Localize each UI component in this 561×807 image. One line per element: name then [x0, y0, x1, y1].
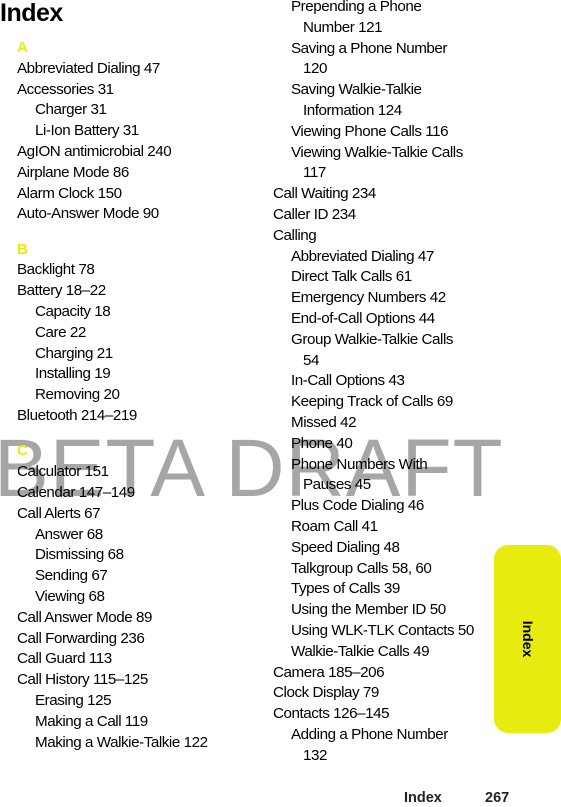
index-subentry: Adding a Phone Number [291, 725, 448, 743]
index-entry: Airplane Mode 86 [17, 163, 129, 181]
index-entry: AgION antimicrobial 240 [17, 142, 172, 160]
index-subentry: Using the Member ID 50 [291, 601, 446, 619]
index-subentry: Li-Ion Battery 31 [35, 122, 139, 140]
index-subentry: Care 22 [35, 323, 86, 341]
index-subentry: Group Walkie-Talkie Calls [291, 330, 454, 348]
index-subentry: Installing 19 [35, 365, 111, 383]
index-entry: Auto-Answer Mode 90 [17, 205, 159, 223]
index-subentry: Making a Walkie-Talkie 122 [35, 733, 208, 751]
index-entry: Call Alerts 67 [17, 504, 101, 522]
index-column-right: Prepending a Phone Number 121 Saving a Pho… [273, 0, 503, 766]
index-subentry: Saving Walkie-Talkie [291, 81, 422, 99]
index-entry: Camera 185–206 [273, 663, 385, 681]
index-subentry: Missed 42 [291, 413, 357, 431]
index-letter-heading: C [17, 442, 28, 460]
index-subentry: Viewing Phone Calls 116 [291, 122, 449, 140]
footer-section-label: Index [404, 790, 442, 806]
index-subentry-continuation: 54 [303, 351, 319, 369]
index-subentry: Emergency Numbers 42 [291, 289, 446, 307]
index-subentry: Viewing 68 [35, 587, 105, 605]
index-letter-heading: B [17, 240, 28, 258]
index-subentry: Viewing Walkie-Talkie Calls [291, 143, 463, 161]
index-subentry: Removing 20 [35, 386, 120, 404]
index-entry: Clock Display 79 [273, 684, 379, 702]
index-subentry: Saving a Phone Number [291, 39, 448, 57]
index-side-tab-label: Index [519, 620, 536, 658]
index-subentry: Charging 21 [35, 344, 113, 362]
index-entry: Contacts 126–145 [273, 705, 390, 723]
index-subentry-continuation: Information 124 [303, 101, 402, 119]
index-entry: Call Guard 113 [17, 650, 112, 668]
index-column-left: A Abbreviated Dialing 47 Accessories 31 Cha… [17, 38, 267, 753]
index-entry: Call Forwarding 236 [17, 629, 145, 647]
index-subentry-continuation: 132 [303, 746, 327, 764]
page-title: Index [0, 0, 63, 27]
index-subentry: Phone Numbers With [291, 455, 428, 473]
index-subentry: Sending 67 [35, 567, 108, 585]
footer-page-number: 267 [485, 790, 510, 806]
index-entry: Calling [273, 226, 317, 244]
index-subentry: Answer 68 [35, 525, 103, 543]
index-side-tab: Index [494, 545, 561, 733]
index-subentry-continuation: Number 121 [303, 18, 383, 36]
index-subentry: Capacity 18 [35, 303, 111, 321]
index-subentry: Walkie-Talkie Calls 49 [291, 642, 430, 660]
index-subentry: Talkgroup Calls 58, 60 [291, 559, 432, 577]
index-entry: Calculator 151 [17, 463, 109, 481]
index-entry: Alarm Clock 150 [17, 184, 122, 202]
index-entry: Accessories 31 [17, 80, 114, 98]
index-subentry: Charger 31 [35, 101, 107, 119]
index-subentry: Abbreviated Dialing 47 [291, 247, 434, 265]
index-subentry-continuation: 117 [303, 164, 326, 182]
index-subentry: In-Call Options 43 [291, 372, 405, 390]
index-subentry: Plus Code Dialing 46 [291, 497, 424, 515]
index-side-tab-background: Index [494, 545, 561, 733]
index-entry: Call Answer Mode 89 [17, 608, 152, 626]
index-entry: Caller ID 234 [273, 205, 356, 223]
index-subentry: Making a Call 119 [35, 712, 148, 730]
index-subentry: Using WLK-TLK Contacts 50 [291, 621, 474, 639]
index-subentry: Direct Talk Calls 61 [291, 268, 412, 286]
index-entry: Call History 115–125 [17, 671, 148, 689]
index-entry: Bluetooth 214–219 [17, 407, 137, 425]
index-subentry: End-of-Call Options 44 [291, 309, 435, 327]
index-subentry: Speed Dialing 48 [291, 538, 400, 556]
index-entry: Backlight 78 [17, 261, 95, 279]
index-entry: Call Waiting 234 [273, 185, 376, 203]
index-entry: Abbreviated Dialing 47 [17, 59, 160, 77]
index-entry: Calendar 147–149 [17, 483, 135, 501]
index-subentry: Keeping Track of Calls 69 [291, 393, 453, 411]
index-entry: Battery 18–22 [17, 282, 106, 300]
index-subentry-continuation: 120 [303, 60, 327, 78]
index-subentry: Roam Call 41 [291, 517, 378, 535]
index-subentry: Dismissing 68 [35, 546, 124, 564]
index-subentry: Prepending a Phone [291, 0, 422, 15]
index-subentry-continuation: Pauses 45 [303, 476, 371, 494]
index-subentry: Types of Calls 39 [291, 580, 400, 598]
index-subentry: Phone 40 [291, 434, 353, 452]
index-letter-heading: A [17, 39, 28, 56]
index-subentry: Erasing 125 [35, 691, 112, 709]
